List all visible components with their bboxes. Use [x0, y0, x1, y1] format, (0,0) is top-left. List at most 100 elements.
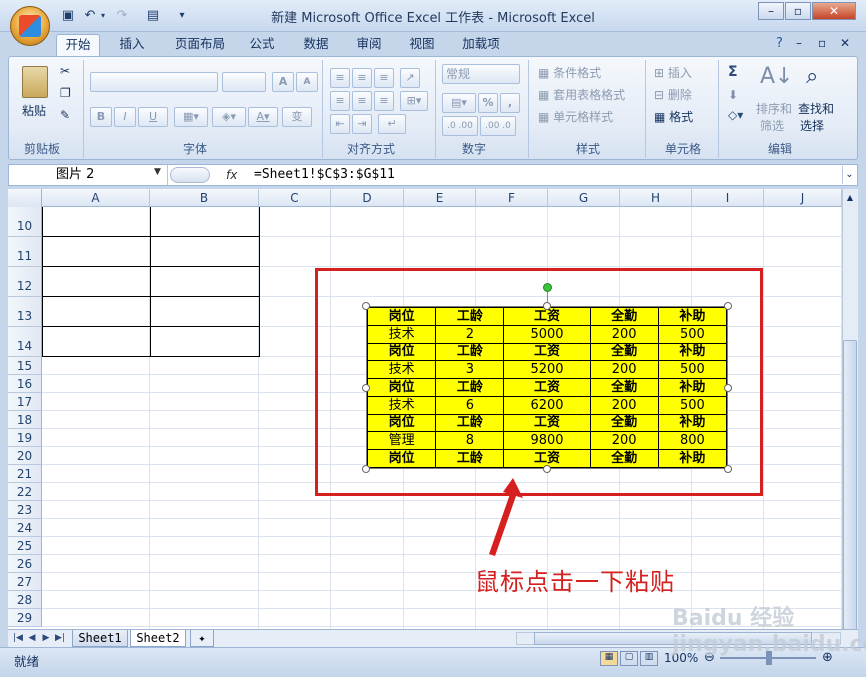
- tab-view[interactable]: 视图: [404, 34, 440, 56]
- format-cells-button[interactable]: ▦ 格式: [654, 108, 693, 125]
- close-icon[interactable]: ✕: [812, 2, 856, 20]
- align-center-icon[interactable]: ≡: [352, 91, 372, 111]
- name-box-dropdown-icon[interactable]: ▼: [154, 167, 161, 177]
- resize-handle[interactable]: [362, 384, 370, 392]
- next-sheet-icon[interactable]: ▶: [40, 632, 52, 645]
- paste-label[interactable]: 粘贴: [22, 102, 46, 119]
- find-select-label-2[interactable]: 选择: [800, 117, 824, 134]
- row-header-23[interactable]: 23: [8, 501, 42, 519]
- paste-icon[interactable]: [22, 66, 48, 98]
- sort-filter-label[interactable]: 排序和: [756, 100, 792, 117]
- row-header-22[interactable]: 22: [8, 483, 42, 501]
- format-painter-icon[interactable]: ✎: [60, 108, 70, 122]
- borders-button[interactable]: ▦▾: [174, 107, 208, 127]
- delete-cells-button[interactable]: ⊟ 删除: [654, 86, 692, 103]
- scroll-up-icon[interactable]: ▲: [843, 190, 857, 206]
- column-header-b[interactable]: B: [150, 189, 259, 207]
- resize-handle[interactable]: [724, 302, 732, 310]
- page-layout-view-icon[interactable]: ▢: [620, 651, 638, 666]
- row-header-10[interactable]: 10: [8, 207, 42, 237]
- currency-button[interactable]: ▤▾: [442, 93, 476, 113]
- font-name-select[interactable]: [90, 72, 218, 92]
- font-size-select[interactable]: [222, 72, 266, 92]
- row-header-25[interactable]: 25: [8, 537, 42, 555]
- row-header-14[interactable]: 14: [8, 327, 42, 357]
- formula-input[interactable]: =Sheet1!$C$3:$G$11: [254, 165, 395, 185]
- fill-color-button[interactable]: ◈▾: [212, 107, 246, 127]
- bold-button[interactable]: B: [90, 107, 112, 127]
- column-header-f[interactable]: F: [476, 189, 548, 207]
- resize-handle[interactable]: [724, 384, 732, 392]
- tab-page-layout[interactable]: 页面布局: [168, 34, 232, 56]
- fill-icon[interactable]: ⬇: [728, 88, 738, 102]
- cell-styles-button[interactable]: ▦ 单元格样式: [538, 108, 613, 125]
- copy-icon[interactable]: ❐: [60, 86, 71, 100]
- tab-data[interactable]: 数据: [298, 34, 334, 56]
- comma-button[interactable]: ,: [500, 93, 520, 113]
- row-header-17[interactable]: 17: [8, 393, 42, 411]
- ribbon-minimize-icon[interactable]: –: [796, 36, 802, 50]
- row-header-20[interactable]: 20: [8, 447, 42, 465]
- tab-formulas[interactable]: 公式: [244, 34, 280, 56]
- merge-center-icon[interactable]: ⊞▾: [400, 91, 428, 111]
- formula-bar-splitter[interactable]: [170, 167, 210, 183]
- last-sheet-icon[interactable]: ▶|: [54, 632, 66, 645]
- help-icon[interactable]: ?: [776, 36, 783, 51]
- align-right-icon[interactable]: ≡: [374, 91, 394, 111]
- sort-filter-label-2[interactable]: 筛选: [760, 117, 784, 134]
- name-box[interactable]: 图片 2: [8, 165, 168, 185]
- align-left-icon[interactable]: ≡: [330, 91, 350, 111]
- page-break-view-icon[interactable]: ▥: [640, 651, 658, 666]
- decrease-indent-icon[interactable]: ⇤: [330, 114, 350, 134]
- insert-sheet-icon[interactable]: ✦: [190, 630, 214, 647]
- row-header-21[interactable]: 21: [8, 465, 42, 483]
- tab-review[interactable]: 审阅: [351, 34, 387, 56]
- row-header-24[interactable]: 24: [8, 519, 42, 537]
- row-header-27[interactable]: 27: [8, 573, 42, 591]
- prev-sheet-icon[interactable]: ◀: [26, 632, 38, 645]
- percent-button[interactable]: %: [478, 93, 498, 113]
- find-select-label[interactable]: 查找和: [798, 100, 834, 117]
- column-header-j[interactable]: J: [764, 189, 842, 207]
- orientation-icon[interactable]: ↗: [400, 68, 420, 88]
- sheet-tab-sheet2[interactable]: Sheet2: [130, 630, 186, 647]
- vertical-scroll-thumb[interactable]: [843, 340, 857, 630]
- sort-filter-icon[interactable]: A↓: [760, 64, 793, 89]
- font-color-button[interactable]: A▾: [248, 107, 278, 127]
- align-middle-icon[interactable]: ≡: [352, 68, 372, 88]
- wrap-text-icon[interactable]: ↵: [378, 114, 406, 134]
- number-format-select[interactable]: 常规: [442, 64, 520, 84]
- tab-home[interactable]: 开始: [56, 34, 100, 56]
- insert-cells-button[interactable]: ⊞ 插入: [654, 64, 692, 81]
- minimize-icon[interactable]: –: [758, 2, 784, 20]
- row-header-28[interactable]: 28: [8, 591, 42, 609]
- cut-icon[interactable]: ✂: [60, 64, 70, 78]
- resize-handle[interactable]: [724, 465, 732, 473]
- tab-insert[interactable]: 插入: [112, 34, 152, 56]
- autosum-button[interactable]: Σ: [728, 64, 738, 80]
- row-header-26[interactable]: 26: [8, 555, 42, 573]
- resize-handle[interactable]: [543, 302, 551, 310]
- row-header-15[interactable]: 15: [8, 357, 42, 375]
- underline-button[interactable]: U: [138, 107, 168, 127]
- column-header-i[interactable]: I: [692, 189, 764, 207]
- row-header-11[interactable]: 11: [8, 237, 42, 267]
- column-header-e[interactable]: E: [404, 189, 476, 207]
- column-header-a[interactable]: A: [42, 189, 150, 207]
- column-header-g[interactable]: G: [548, 189, 620, 207]
- increase-decimal-button[interactable]: .0 .00: [442, 116, 478, 136]
- insert-function-button[interactable]: fx: [226, 165, 246, 185]
- resize-handle[interactable]: [362, 302, 370, 310]
- sheet-tab-sheet1[interactable]: Sheet1: [72, 630, 128, 647]
- normal-view-icon[interactable]: ▦: [600, 651, 618, 666]
- restore-icon[interactable]: ▫: [785, 2, 811, 20]
- align-bottom-icon[interactable]: ≡: [374, 68, 394, 88]
- column-header-h[interactable]: H: [620, 189, 692, 207]
- tab-add-ins[interactable]: 加载项: [456, 34, 506, 56]
- shrink-font-button[interactable]: A: [296, 72, 318, 92]
- align-top-icon[interactable]: ≡: [330, 68, 350, 88]
- rotation-handle[interactable]: [543, 283, 552, 292]
- find-select-icon[interactable]: ⌕: [806, 64, 818, 89]
- conditional-format-button[interactable]: ▦ 条件格式: [538, 64, 601, 81]
- row-header-29[interactable]: 29: [8, 609, 42, 627]
